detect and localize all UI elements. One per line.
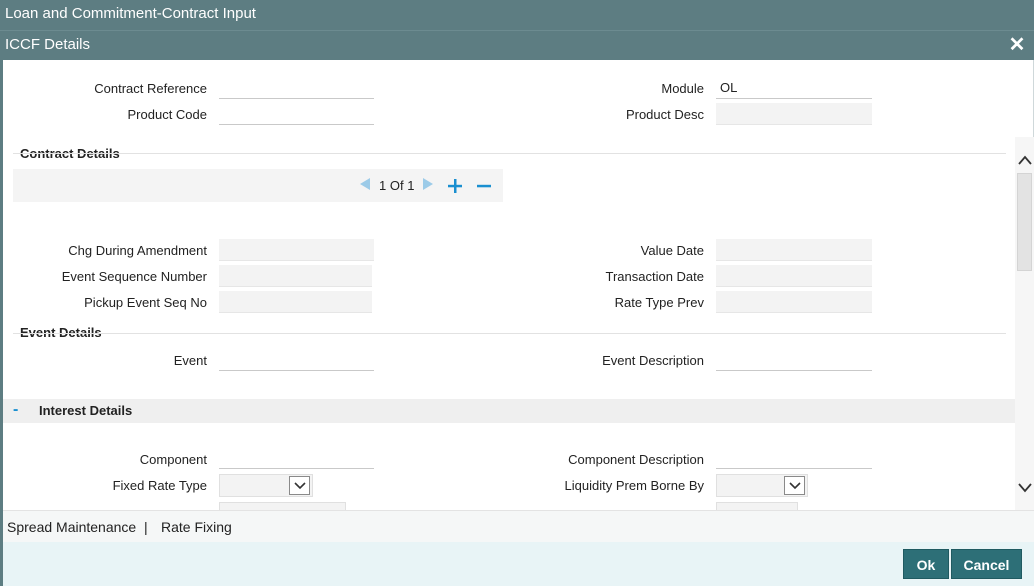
product-desc-input: [716, 103, 872, 125]
interest-details-title: Interest Details: [39, 403, 133, 418]
pager-of: Of: [389, 178, 404, 193]
pager-text: 1 Of 1: [379, 178, 414, 193]
window-title-text: Loan and Commitment-Contract Input: [5, 5, 256, 22]
component-description-input[interactable]: [716, 447, 872, 469]
pager-total: 1: [407, 178, 415, 193]
dialog-title: ICCF Details: [5, 36, 91, 53]
pager-current: 1: [379, 178, 387, 193]
delete-record-icon[interactable]: [477, 179, 491, 196]
rate-fixing-link[interactable]: Rate Fixing: [161, 519, 232, 535]
previous-record-icon[interactable]: [359, 177, 371, 194]
product-desc-label: Product Desc: [625, 107, 704, 122]
value-date-label: Value Date: [640, 243, 704, 258]
component-input[interactable]: [219, 447, 374, 469]
transaction-date-input: [716, 265, 872, 287]
liquidity-prem-borne-by-label: Liquidity Prem Borne By: [564, 478, 704, 493]
add-record-icon[interactable]: [448, 179, 462, 196]
window-title: Loan and Commitment-Contract Input: [0, 0, 1034, 30]
vertical-scrollbar[interactable]: [1015, 137, 1034, 510]
cancel-button[interactable]: Cancel: [951, 549, 1022, 579]
close-icon[interactable]: ✕: [1008, 31, 1026, 59]
dialog-frame: [0, 60, 1034, 586]
product-code-label: Product Code: [127, 107, 208, 122]
value-date-input: [716, 239, 872, 261]
event-sequence-number-label: Event Sequence Number: [61, 269, 207, 284]
spread-maintenance-link[interactable]: Spread Maintenance: [7, 519, 136, 535]
module-input[interactable]: OL: [716, 77, 872, 99]
event-description-input[interactable]: [716, 349, 872, 371]
rate-type-prev-label: Rate Type Prev: [614, 295, 704, 310]
event-label: Event: [173, 353, 207, 368]
scroll-up-icon[interactable]: [1018, 153, 1032, 167]
collapse-icon[interactable]: -: [13, 399, 18, 421]
clipped-select-right: [716, 502, 798, 510]
contract-reference-label: Contract Reference: [94, 81, 207, 96]
event-input[interactable]: [219, 349, 374, 371]
event-details-divider: [13, 333, 1006, 334]
chevron-down-icon[interactable]: [289, 476, 310, 495]
event-description-label: Event Description: [602, 353, 704, 368]
event-sequence-number-input: [219, 265, 372, 287]
link-bar: Spread Maintenance | Rate Fixing: [3, 510, 1034, 542]
ok-button[interactable]: Ok: [903, 549, 949, 579]
clipped-select-left: [219, 502, 346, 510]
rate-type-prev-input: [716, 291, 872, 313]
contract-details-divider: [13, 153, 1006, 154]
dialog-footer: Ok Cancel: [3, 542, 1034, 586]
component-label: Component: [139, 452, 207, 467]
dialog-title-bar: ICCF Details ✕: [0, 30, 1034, 60]
component-description-label: Component Description: [568, 452, 704, 467]
record-pager: 1 Of 1: [13, 169, 503, 202]
next-record-icon[interactable]: [422, 177, 434, 194]
interest-details-header: - Interest Details: [3, 399, 1015, 423]
chevron-down-icon[interactable]: [784, 476, 805, 495]
pickup-event-seq-no-input: [219, 291, 372, 313]
product-code-input[interactable]: [219, 103, 374, 125]
scroll-down-icon[interactable]: [1018, 481, 1032, 495]
link-separator: |: [144, 519, 148, 535]
chg-during-amendment-input: [219, 239, 374, 261]
chg-during-amendment-label: Chg During Amendment: [68, 243, 207, 258]
module-label: Module: [661, 81, 704, 96]
scrollbar-thumb[interactable]: [1017, 173, 1032, 271]
pickup-event-seq-no-label: Pickup Event Seq No: [84, 295, 207, 310]
transaction-date-label: Transaction Date: [605, 269, 704, 284]
liquidity-prem-borne-by-select[interactable]: [716, 474, 808, 497]
fixed-rate-type-select[interactable]: [219, 474, 313, 497]
contract-reference-input[interactable]: [219, 77, 374, 99]
fixed-rate-type-label: Fixed Rate Type: [112, 478, 207, 493]
